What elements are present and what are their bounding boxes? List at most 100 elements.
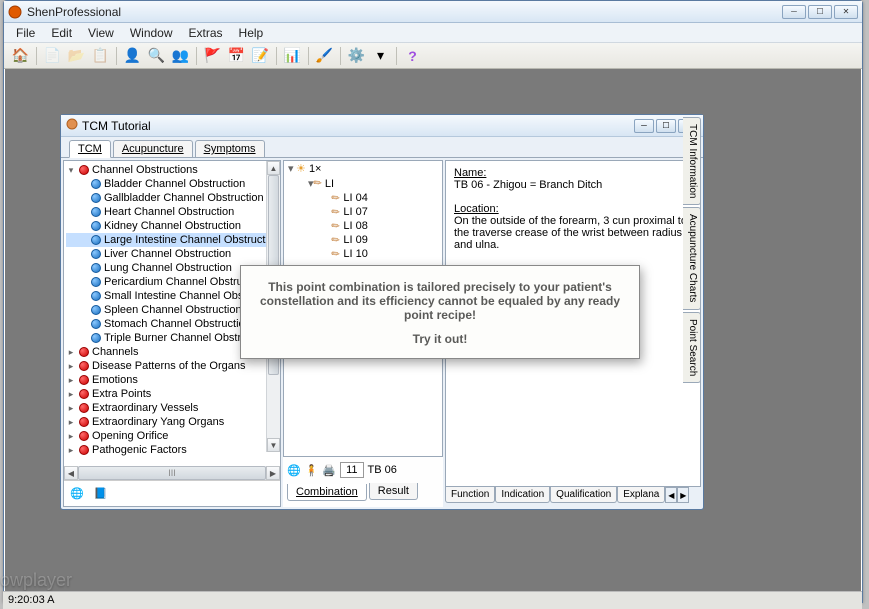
tree-item[interactable]: Pericardium Channel Obstruc xyxy=(104,276,248,288)
tab-symptoms[interactable]: Symptoms xyxy=(195,140,265,157)
point-item[interactable]: LI 08 xyxy=(343,220,367,232)
printer-icon[interactable]: 🖨️ xyxy=(322,464,336,477)
toolbar-new-icon[interactable]: 📄 xyxy=(42,45,63,66)
tab-scroll-left-icon[interactable]: ◀ xyxy=(665,487,677,503)
main-titlebar[interactable]: ShenProfessional ─ ☐ ✕ xyxy=(4,1,862,23)
app-icon xyxy=(8,5,22,19)
toolbar-address-icon[interactable]: 👤 xyxy=(122,45,143,66)
info-popup[interactable]: This point combination is tailored preci… xyxy=(240,265,640,359)
multiplier: 1× xyxy=(309,163,322,175)
tree-hscrollbar[interactable]: ◀ III ▶ xyxy=(64,466,280,480)
toolbar-sep xyxy=(308,47,309,65)
tree-item[interactable]: Extraordinary Yang Organs xyxy=(92,416,224,428)
tree-item[interactable]: Channel Obstructions xyxy=(92,164,198,176)
tree-item[interactable]: Spleen Channel Obstruction xyxy=(104,304,242,316)
tree-item[interactable]: Stomach Channel Obstructio xyxy=(104,318,245,330)
tab-function[interactable]: Function xyxy=(445,487,495,503)
tab-tcm[interactable]: TCM xyxy=(69,140,111,158)
toolbar-note-icon[interactable]: 📝 xyxy=(250,45,271,66)
tree-item[interactable]: Bladder Channel Obstruction xyxy=(104,178,245,190)
name-label: Name: xyxy=(454,167,486,179)
popup-cta: Try it out! xyxy=(251,332,629,346)
tree-item[interactable]: Opening Orifice xyxy=(92,430,168,442)
point-item[interactable]: LI 09 xyxy=(343,234,367,246)
current-point: TB 06 xyxy=(368,464,397,476)
point-item[interactable]: LI 04 xyxy=(343,192,367,204)
tree-item[interactable]: Small Intestine Channel Obst xyxy=(104,290,246,302)
toolbar-dropdown-icon[interactable]: ▾ xyxy=(370,45,391,66)
points-tabstrip: Combination Result xyxy=(283,483,443,500)
tab-indication[interactable]: Indication xyxy=(495,487,550,503)
tab-qualification[interactable]: Qualification xyxy=(550,487,617,503)
popup-text: This point combination is tailored preci… xyxy=(251,280,629,322)
toolbar-flag-icon[interactable]: 🚩 xyxy=(202,45,223,66)
menu-file[interactable]: File xyxy=(8,24,43,42)
toolbar-brush-icon[interactable]: 🖌️ xyxy=(314,45,335,66)
minimize-button[interactable]: ─ xyxy=(782,5,806,19)
book-icon[interactable]: 📘 xyxy=(94,487,108,500)
scroll-left-icon[interactable]: ◀ xyxy=(64,466,78,480)
needle-icon: ✎ xyxy=(329,233,342,247)
tree-item[interactable]: Triple Burner Channel Obstr xyxy=(104,332,241,344)
globe-icon[interactable]: 🌐 xyxy=(287,464,301,477)
tutorial-titlebar[interactable]: TCM Tutorial ─ ☐ ✕ xyxy=(61,115,703,137)
scroll-up-icon[interactable]: ▲ xyxy=(267,161,280,175)
tree-item[interactable]: Extra Points xyxy=(92,388,151,400)
toolbar-gear-icon[interactable]: ⚙️ xyxy=(346,45,367,66)
child-maximize-button[interactable]: ☐ xyxy=(656,119,676,133)
tree-item[interactable]: Extraordinary Vessels xyxy=(92,402,198,414)
close-button[interactable]: ✕ xyxy=(834,5,858,19)
menu-window[interactable]: Window xyxy=(122,24,181,42)
toolbar-patient-icon[interactable]: 👥 xyxy=(170,45,191,66)
watermark: owplayer xyxy=(0,570,72,591)
tree-footer: 🌐 📘 xyxy=(64,480,280,506)
point-group[interactable]: LI xyxy=(325,178,334,190)
tree-item[interactable]: Emotions xyxy=(92,374,138,386)
point-item[interactable]: LI 07 xyxy=(343,206,367,218)
vtab-info[interactable]: TCM Information xyxy=(683,117,701,205)
tree-item[interactable]: Gallbladder Channel Obstruction xyxy=(104,192,264,204)
point-item[interactable]: LI 10 xyxy=(343,248,367,260)
tree-item[interactable]: Large Intestine Channel Obstructio xyxy=(104,234,266,246)
tab-acupuncture[interactable]: Acupuncture xyxy=(113,140,193,157)
points-toolbar: 🌐 🧍 🖨️ 11 TB 06 xyxy=(283,459,443,481)
tree-item[interactable]: Liver Channel Obstruction xyxy=(104,248,231,260)
scroll-right-icon[interactable]: ▶ xyxy=(266,466,280,480)
vtab-search[interactable]: Point Search xyxy=(683,312,701,383)
points-count: 11 xyxy=(340,462,363,478)
tree-item[interactable]: Pathogenic Factors xyxy=(92,444,187,456)
tree-item[interactable]: Heart Channel Obstruction xyxy=(104,206,234,218)
maximize-button[interactable]: ☐ xyxy=(808,5,832,19)
scroll-thumb-h[interactable]: III xyxy=(78,466,266,480)
menu-extras[interactable]: Extras xyxy=(181,24,231,42)
toolbar-home-icon[interactable]: 🏠 xyxy=(10,45,31,66)
main-tabstrip: TCM Acupuncture Symptoms xyxy=(61,137,703,157)
toolbar-sep xyxy=(196,47,197,65)
toolbar-calendar-icon[interactable]: 📅 xyxy=(226,45,247,66)
tree-item[interactable]: Channels xyxy=(92,346,138,358)
toolbar-find-icon[interactable]: 🔍 xyxy=(146,45,167,66)
toolbar-open-icon[interactable]: 📂 xyxy=(66,45,87,66)
tab-scroll-right-icon[interactable]: ▶ xyxy=(677,487,689,503)
tab-result[interactable]: Result xyxy=(369,483,418,500)
toolbar-help-icon[interactable]: ? xyxy=(402,45,423,66)
toolbar-chart-icon[interactable]: 📊 xyxy=(282,45,303,66)
body-icon[interactable]: 🧍 xyxy=(305,464,319,477)
vtab-charts[interactable]: Acupuncture Charts xyxy=(683,207,701,309)
tree-item[interactable]: Lung Channel Obstruction xyxy=(104,262,232,274)
child-minimize-button[interactable]: ─ xyxy=(634,119,654,133)
tree-item[interactable]: Kidney Channel Obstruction xyxy=(104,220,241,232)
name-value: TB 06 - Zhigou = Branch Ditch xyxy=(454,179,692,191)
tutorial-icon xyxy=(66,118,78,133)
globe-icon[interactable]: 🌐 xyxy=(70,487,84,500)
menu-view[interactable]: View xyxy=(80,24,122,42)
detail-tabstrip: Function Indication Qualification Explan… xyxy=(445,487,701,507)
menu-help[interactable]: Help xyxy=(231,24,272,42)
menu-edit[interactable]: Edit xyxy=(43,24,80,42)
scroll-down-icon[interactable]: ▼ xyxy=(267,438,280,452)
tab-explanation[interactable]: Explana xyxy=(617,487,665,503)
tree-item[interactable]: Disease Patterns of the Organs xyxy=(92,360,245,372)
needle-icon: ✎ xyxy=(329,205,342,219)
tab-combination[interactable]: Combination xyxy=(287,484,367,501)
toolbar-copy-icon[interactable]: 📋 xyxy=(90,45,111,66)
